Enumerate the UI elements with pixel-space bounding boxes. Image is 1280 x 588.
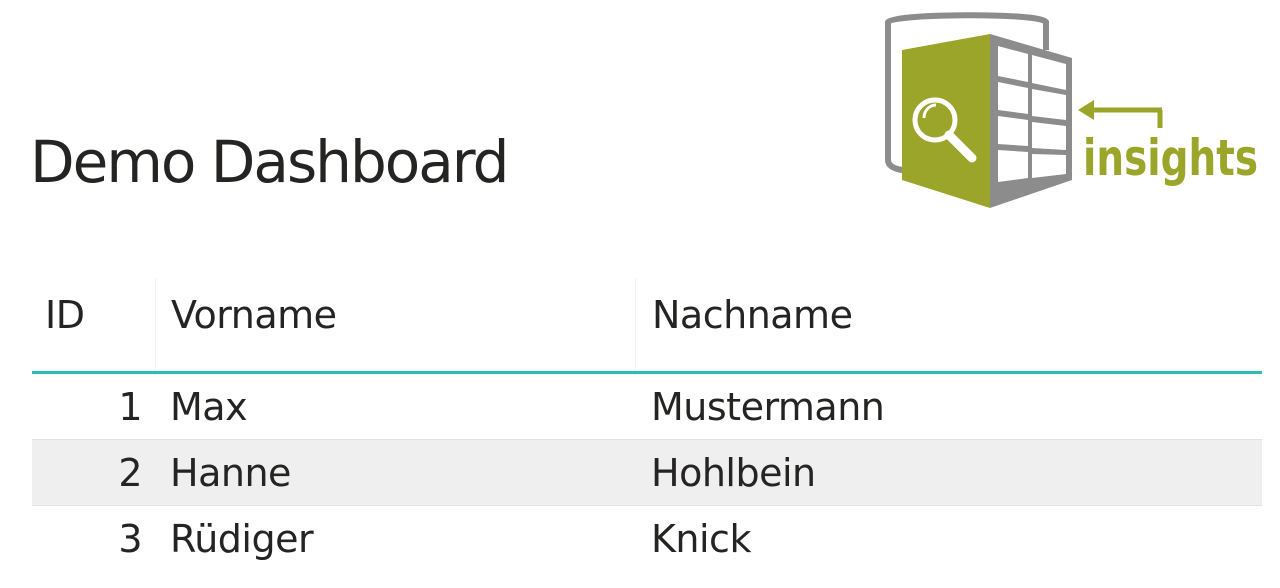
arrow-left-icon: [1078, 100, 1163, 128]
cell-nachname: Knick: [651, 517, 751, 561]
page-title: Demo Dashboard: [30, 128, 509, 196]
cell-id: 2: [118, 450, 142, 495]
logo-frame-left: [885, 22, 905, 173]
cell-nachname: Hohlbein: [651, 450, 816, 495]
table-row: 1 Max Mustermann: [32, 374, 1262, 440]
table-row: 2 Hanne Hohlbein: [32, 440, 1262, 506]
column-header-vorname[interactable]: Vorname: [155, 278, 635, 371]
cell-id: 1: [118, 384, 142, 429]
cell-vorname: Hanne: [170, 450, 291, 495]
data-table: ID Vorname Nachname 1 Max Mustermann 2 H…: [32, 278, 1262, 572]
insights-logo: insights: [885, 12, 1258, 208]
logo-grid: [990, 34, 1072, 208]
column-header-nachname[interactable]: Nachname: [635, 278, 1262, 371]
logo-wordmark: insights: [1083, 129, 1258, 187]
cell-vorname: Max: [170, 384, 248, 429]
table-header: ID Vorname Nachname: [32, 278, 1262, 374]
cell-id: 3: [118, 517, 142, 561]
dashboard-page: Demo Dashboard insights ID Vorname Nachn…: [0, 0, 1280, 588]
cell-nachname: Mustermann: [651, 384, 885, 429]
cell-vorname: Rüdiger: [170, 517, 314, 561]
column-header-id[interactable]: ID: [32, 278, 155, 371]
table-row: 3 Rüdiger Knick: [32, 506, 1262, 572]
